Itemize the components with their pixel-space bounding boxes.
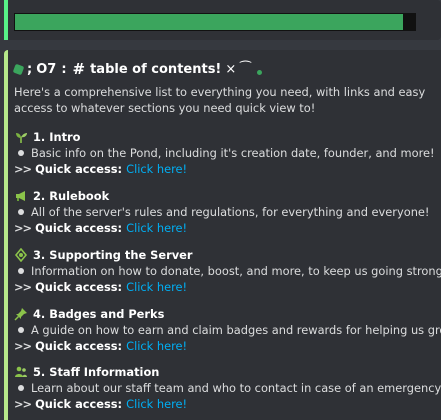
double-arrow-icon: >> [14,280,32,294]
section-description: Learn about our staff team and who to co… [31,381,441,395]
section-description-row: Basic info on the Pond, including it's c… [14,145,435,161]
double-arrow-icon: >> [14,162,32,176]
quick-access-label: Quick access: [35,339,123,353]
intro-text: Here's a comprehensive list to everythin… [14,85,426,115]
section-description: All of the server's rules and regulation… [31,205,430,219]
section-number: 5. [33,364,46,379]
title-prefix: ; [27,61,33,77]
quick-access-row: >> Quick access: Click here! [14,279,434,295]
green-dot-icon [256,69,262,75]
section-number: 1. [33,129,46,144]
double-arrow-icon: >> [14,221,32,235]
toc-section: 3. Supporting the Server Information on ho… [14,246,441,295]
quick-access-label: Quick access: [35,221,123,235]
quick-access-row: >> Quick access: Click here! [14,338,434,354]
quick-access-link[interactable]: Click here! [126,279,187,295]
quick-access-label: Quick access: [35,280,123,294]
toc-section: 5. Staff Information Learn about our staff… [14,363,441,412]
section-heading: 2. Rulebook [14,187,434,204]
green-cube-icon [12,63,25,75]
section-title: Intro [49,129,81,144]
section-description: Information on how to donate, boost, and… [31,264,441,278]
section-number: 2. [33,188,46,203]
embed-title: ; O7 : # table of contents! × ⁀ [12,60,262,78]
section-number: 4. [33,306,46,321]
section-description: Basic info on the Pond, including it's c… [31,146,435,160]
sprout-icon [14,130,28,144]
title-separator: : [61,61,67,77]
people-icon [14,365,28,379]
hash-icon: # [72,60,86,78]
pin-icon [14,307,28,321]
quick-access-label: Quick access: [35,397,123,411]
section-description-row: Learn about our staff team and who to co… [14,380,441,396]
title-text: table of contents! [90,61,222,77]
double-arrow-icon: >> [14,397,32,411]
double-arrow-icon: >> [14,339,32,353]
megaphone-icon [14,189,28,203]
section-title: Supporting the Server [49,247,193,262]
quick-access-row: >> Quick access: Click here! [14,161,434,177]
section-heading: 4. Badges and Perks [14,305,434,322]
section-description-row: All of the server's rules and regulation… [14,204,434,220]
banner-progress-bar [14,13,416,31]
section-number: 3. [33,247,46,262]
quick-access-link[interactable]: Click here! [126,161,187,177]
bullet-icon [18,385,24,391]
bullet-icon [18,209,24,215]
section-title: Rulebook [49,188,110,203]
banner-progress-fill [15,14,403,30]
toc-section: 1. Intro Basic info on the Pond, including… [14,128,435,177]
title-close-mark: × [225,61,237,77]
quick-access-label: Quick access: [35,162,123,176]
bullet-icon [18,268,24,274]
bullet-icon [18,150,24,156]
section-heading: 5. Staff Information [14,363,434,380]
section-description-row: Information on how to donate, boost, and… [14,263,441,279]
gem-icon [14,247,28,262]
section-title: Staff Information [49,364,160,379]
title-trail: ⁀ [240,61,251,77]
title-code: O7 [36,61,57,77]
quick-access-link[interactable]: Click here! [126,396,187,412]
toc-section: 2. Rulebook All of the server's rules and … [14,187,434,236]
section-description: A guide on how to earn and claim badges … [31,323,441,337]
section-heading: 1. Intro [14,128,434,145]
quick-access-row: >> Quick access: Click here! [14,220,434,236]
bullet-icon [18,327,24,333]
section-title: Badges and Perks [49,306,165,321]
quick-access-link[interactable]: Click here! [126,220,187,236]
section-description-row: A guide on how to earn and claim badges … [14,322,441,338]
section-heading: 3. Supporting the Server [14,246,434,263]
quick-access-row: >> Quick access: Click here! [14,396,434,412]
quick-access-link[interactable]: Click here! [126,338,187,354]
toc-section: 4. Badges and Perks A guide on how to earn… [14,305,441,354]
